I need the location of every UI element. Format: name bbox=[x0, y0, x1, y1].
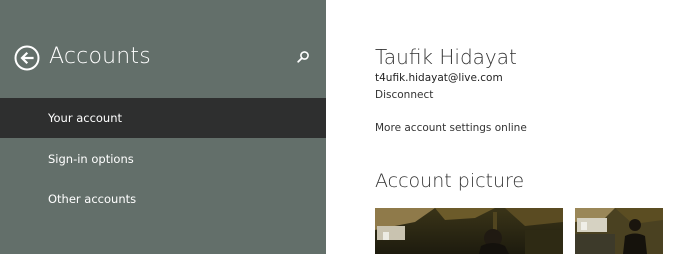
account-picture-recent[interactable] bbox=[575, 208, 663, 254]
search-icon bbox=[297, 51, 309, 63]
account-picture-image bbox=[575, 208, 663, 254]
nav-item-other-accounts[interactable]: Other accounts bbox=[0, 179, 326, 219]
back-arrow-circle-icon bbox=[14, 45, 40, 71]
page-title: Accounts bbox=[49, 44, 151, 69]
nav-item-label: Other accounts bbox=[48, 192, 137, 206]
settings-left-pane: Accounts Your account Sign-in options Ot… bbox=[0, 0, 326, 254]
account-email: t4ufik.hidayat@live.com bbox=[375, 72, 503, 84]
account-picture-heading: Account picture bbox=[375, 170, 525, 192]
account-picture-current[interactable] bbox=[375, 208, 563, 254]
search-button[interactable] bbox=[295, 49, 311, 65]
settings-content-pane: Taufik Hidayat t4ufik.hidayat@live.com D… bbox=[326, 0, 676, 254]
account-name: Taufik Hidayat bbox=[375, 45, 517, 69]
nav-item-sign-in-options[interactable]: Sign-in options bbox=[0, 139, 326, 179]
back-button[interactable] bbox=[14, 45, 40, 71]
nav-item-label: Sign-in options bbox=[48, 152, 134, 166]
disconnect-link[interactable]: Disconnect bbox=[375, 88, 433, 102]
nav-item-your-account[interactable]: Your account bbox=[0, 98, 326, 138]
nav-item-label: Your account bbox=[48, 111, 123, 125]
account-picture-image bbox=[375, 208, 563, 254]
pc-settings-accounts-screen: Accounts Your account Sign-in options Ot… bbox=[0, 0, 676, 254]
more-account-settings-link[interactable]: More account settings online bbox=[375, 121, 527, 135]
